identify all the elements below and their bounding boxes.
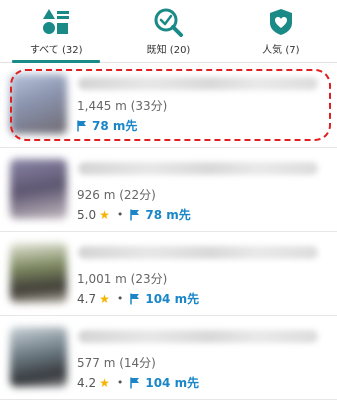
flag-icon (130, 377, 140, 388)
place-title-blurred (78, 77, 318, 90)
place-thumbnail (10, 327, 67, 387)
place-title-blurred (78, 162, 318, 175)
heart-badge-icon (269, 9, 292, 35)
separator-dot: • (116, 208, 124, 221)
rating-value: 4.2 (77, 375, 97, 390)
tab-all[interactable]: すべて (32) (0, 0, 112, 63)
star-icon: ★ (99, 375, 110, 390)
separator-dot: • (116, 376, 124, 389)
flag-icon (77, 120, 86, 131)
list-item[interactable]: 1,001 m (23分) 4.7 ★ • 104 m先 (0, 232, 337, 316)
place-thumbnail (10, 159, 67, 219)
ahead-distance: 104 m先 (145, 376, 200, 390)
flag-icon (130, 209, 140, 220)
meta-line: 78 m先 (77, 117, 137, 134)
place-thumbnail (10, 243, 67, 303)
place-list: 1,445 m (33分) 78 m先 926 m (22分) 5.0 ★ • … (0, 63, 337, 400)
flag-icon (130, 293, 140, 304)
list-item[interactable]: 926 m (22分) 5.0 ★ • 78 m先 (0, 148, 337, 232)
distance-text: 1,445 m (33分) (77, 99, 168, 113)
meta-line: 4.7 ★ • 104 m先 (77, 290, 199, 307)
tab-bar: すべて (32) 既知 (20) 人気 (7) (0, 0, 337, 63)
meta-line: 4.2 ★ • 104 m先 (77, 374, 199, 391)
tab-popular-label: 人気 (7) (262, 45, 300, 56)
meta-line: 5.0 ★ • 78 m先 (77, 206, 191, 223)
ahead-distance: 104 m先 (145, 292, 200, 306)
ahead-distance: 78 m先 (92, 119, 138, 133)
place-title-blurred (78, 246, 318, 259)
star-icon: ★ (99, 207, 110, 222)
rating-value: 4.7 (77, 291, 97, 306)
place-title-blurred (78, 330, 318, 343)
tab-all-label: すべて (32) (29, 45, 83, 56)
distance-text: 577 m (14分) (77, 356, 156, 370)
place-thumbnail (10, 74, 67, 134)
star-icon: ★ (99, 291, 110, 306)
distance-text: 926 m (22分) (77, 188, 156, 202)
grid-shapes-icon (43, 9, 70, 34)
list-item[interactable]: 1,445 m (33分) 78 m先 (0, 63, 337, 148)
tab-popular[interactable]: 人気 (7) (225, 0, 337, 62)
separator-dot: • (116, 292, 124, 305)
tab-known-label: 既知 (20) (146, 45, 191, 56)
distance-text: 1,001 m (23分) (77, 272, 168, 286)
rating-value: 5.0 (77, 207, 97, 222)
magnifier-check-icon (154, 8, 184, 37)
list-item[interactable]: 577 m (14分) 4.2 ★ • 104 m先 (0, 316, 337, 400)
tab-known[interactable]: 既知 (20) (112, 0, 224, 62)
ahead-distance: 78 m先 (145, 208, 191, 222)
